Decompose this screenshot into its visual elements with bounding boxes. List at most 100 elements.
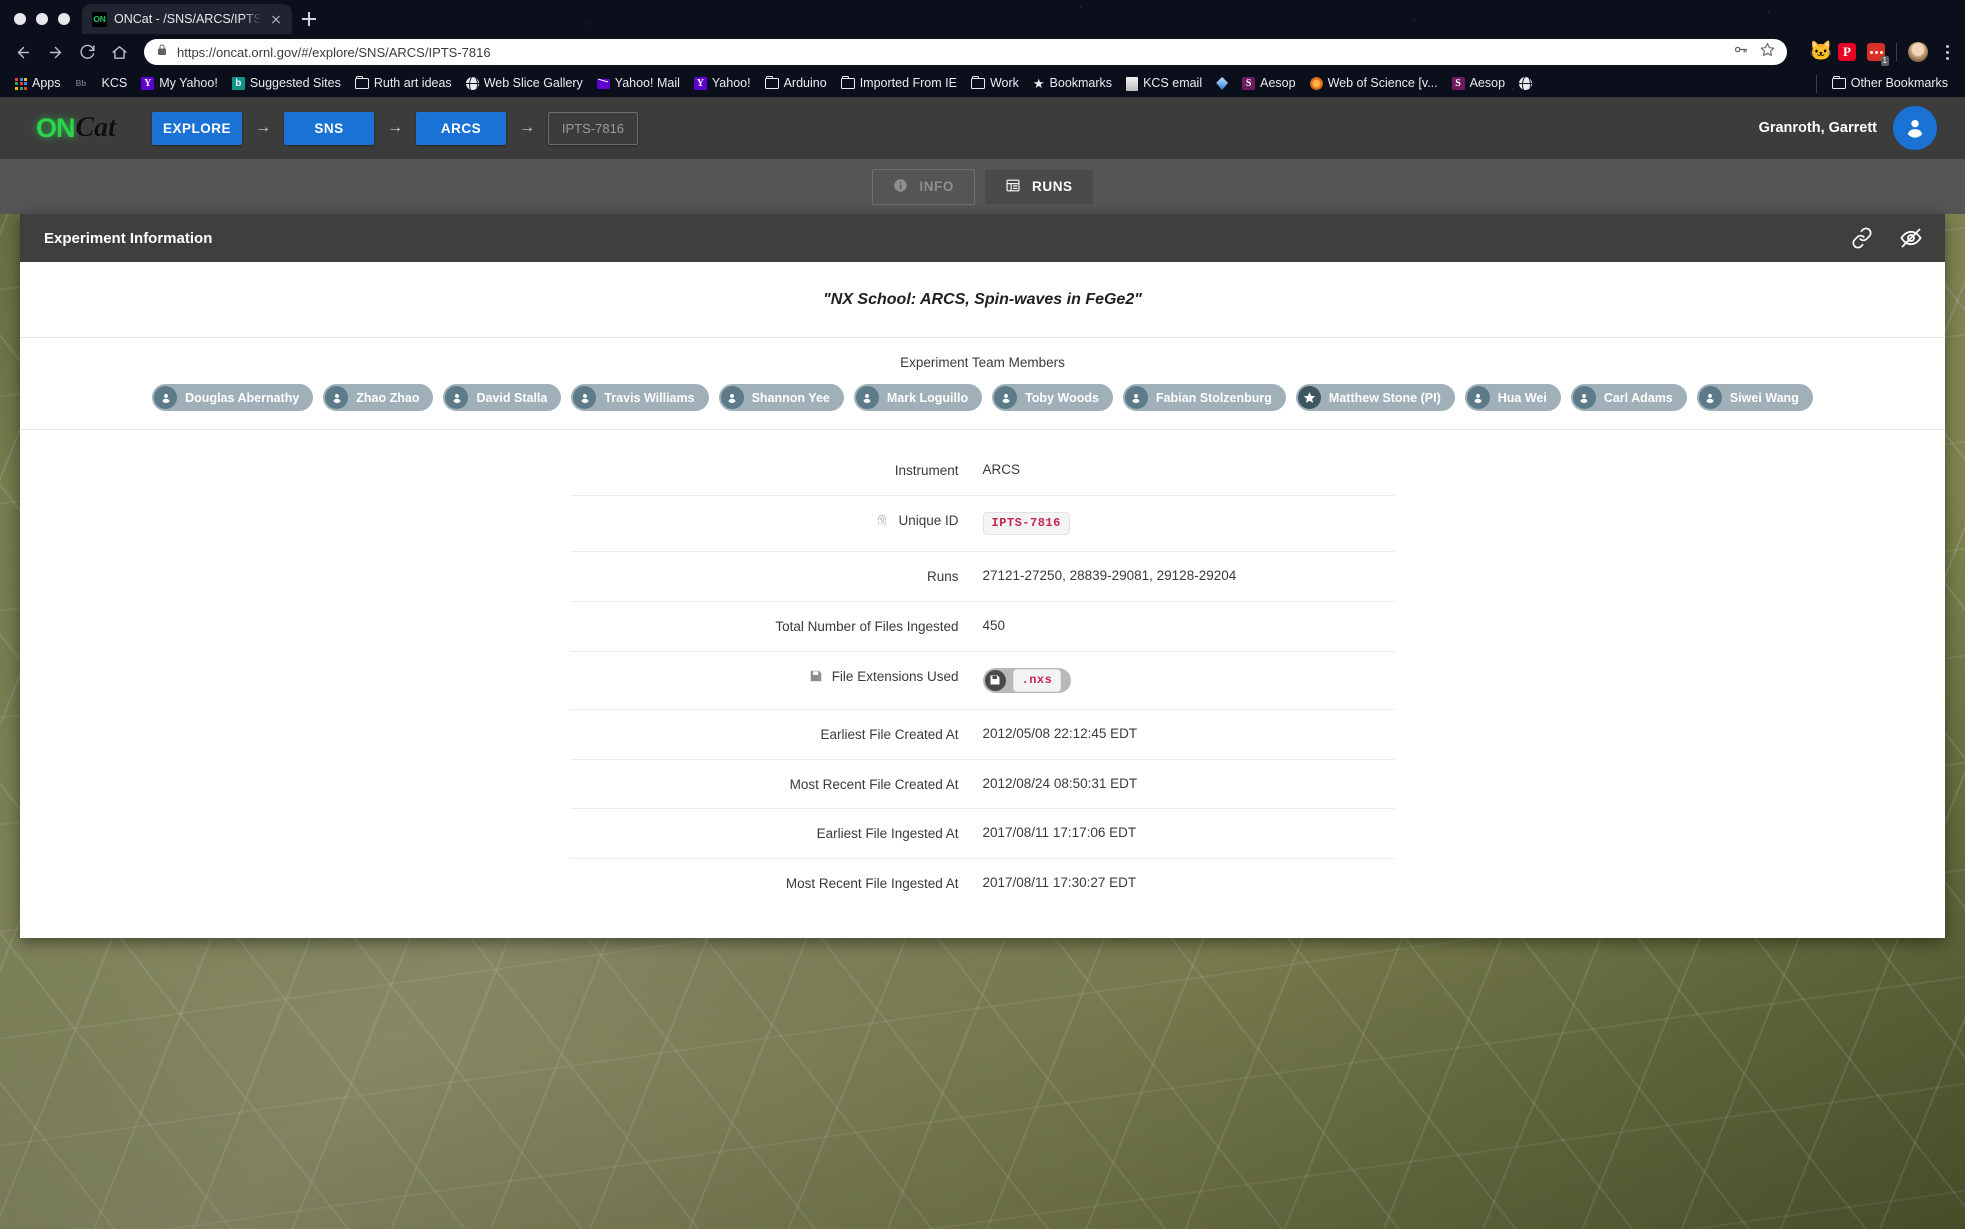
team-member-name: Matthew Stone (PI)	[1328, 390, 1441, 405]
apps-grid-icon	[15, 77, 27, 90]
chrome-menu-icon[interactable]	[1939, 44, 1955, 60]
bookmark-work[interactable]: Work	[964, 73, 1026, 95]
team-member-chip[interactable]: Fabian Stolzenburg	[1122, 384, 1286, 411]
web-of-science-icon	[1309, 77, 1323, 90]
link-icon[interactable]	[1851, 227, 1873, 249]
team-member-name: Shannon Yee	[751, 390, 830, 405]
breadcrumb-ipts[interactable]: IPTS-7816	[547, 111, 638, 145]
file-extension-chip[interactable]: .nxs	[982, 667, 1072, 693]
password-key-icon[interactable]	[1733, 42, 1748, 62]
tab-info[interactable]: INFO	[872, 168, 975, 205]
bookmark-suggested-sites[interactable]: b Suggested Sites	[225, 73, 348, 95]
field-value: 2012/05/08 22:12:45 EDT	[982, 725, 1138, 741]
unique-id-badge: IPTS-7816	[982, 511, 1070, 535]
tab-runs[interactable]: RUNS	[985, 169, 1093, 204]
person-icon	[1466, 386, 1490, 409]
bookmark-yahoo[interactable]: Y Yahoo!	[687, 73, 758, 95]
bookmark-blackboard[interactable]: Bb	[68, 73, 95, 95]
field-value: 2017/08/11 17:17:06 EDT	[982, 825, 1137, 841]
breadcrumb-explore[interactable]: EXPLORE	[151, 111, 242, 145]
bookmark-arduino[interactable]: Arduino	[758, 73, 834, 95]
bookmark-other-bookmarks[interactable]: Other Bookmarks	[1825, 73, 1955, 95]
bookmark-web-slice-gallery[interactable]: Web Slice Gallery	[459, 73, 590, 95]
file-extension-label: .nxs	[1012, 668, 1062, 692]
person-icon	[720, 386, 744, 409]
folder-icon	[354, 75, 369, 89]
team-member-chip[interactable]: Siwei Wang	[1696, 384, 1813, 411]
bookmark-label: KCS	[101, 76, 128, 91]
yahoo-mail-icon	[596, 78, 610, 89]
back-button[interactable]	[10, 39, 36, 65]
address-bar[interactable]: https://oncat.ornl.gov/#/explore/SNS/ARC…	[144, 39, 1787, 65]
folder-icon	[840, 75, 855, 89]
bookmark-imported-from-ie[interactable]: Imported From IE	[834, 73, 964, 95]
breadcrumb-arcs[interactable]: ARCS	[415, 111, 506, 145]
reload-button[interactable]	[74, 39, 100, 65]
breadcrumb-sns[interactable]: SNS	[283, 111, 374, 145]
team-member-chip[interactable]: Hua Wei	[1464, 384, 1561, 411]
team-member-chip[interactable]: Mark Loguillo	[853, 384, 983, 411]
close-window-button[interactable]	[14, 13, 26, 25]
bookmark-label: Arduino	[783, 76, 827, 91]
info-icon	[893, 178, 908, 196]
new-tab-button[interactable]	[292, 4, 326, 34]
minimize-window-button[interactable]	[36, 13, 48, 25]
evernote-extension-icon[interactable]: 🐱	[1809, 42, 1833, 61]
eye-off-icon[interactable]	[1899, 226, 1923, 250]
field-value: 450	[982, 617, 1006, 633]
oncat-logo[interactable]: ON Cat	[36, 112, 116, 144]
team-member-chip[interactable]: David Stalla	[443, 384, 562, 411]
home-button[interactable]	[106, 39, 132, 65]
table-row: Earliest File Created At 2012/05/08 22:1…	[570, 710, 1395, 760]
bookmark-aesop-2[interactable]: S Aesop	[1445, 73, 1512, 95]
bookmark-label: Yahoo! Mail	[614, 76, 680, 91]
person-icon	[855, 386, 879, 409]
card-header: Experiment Information	[20, 214, 1945, 262]
team-member-chip[interactable]: Shannon Yee	[718, 384, 844, 411]
table-row: Runs 27121-27250, 28839-29081, 29128-292…	[570, 552, 1395, 602]
team-member-name: Carl Adams	[1603, 390, 1673, 405]
browser-tab[interactable]: ON ONCat - /SNS/ARCS/IPTS-7816	[82, 4, 292, 34]
team-member-chip[interactable]: Zhao Zhao	[323, 384, 434, 411]
bookmark-globe[interactable]	[1512, 73, 1539, 95]
team-member-chip[interactable]: Carl Adams	[1570, 384, 1687, 411]
person-icon	[994, 386, 1018, 409]
bookmark-label: Apps	[32, 76, 61, 91]
field-label: Earliest File Ingested At	[816, 826, 959, 842]
bookmark-label: My Yahoo!	[159, 76, 218, 91]
bookmark-bookmarks[interactable]: ★ Bookmarks	[1026, 73, 1119, 95]
breadcrumb-arrow-icon: →	[518, 119, 535, 136]
maximize-window-button[interactable]	[58, 13, 70, 25]
bookmark-label: KCS email	[1143, 76, 1203, 91]
pinterest-extension-icon[interactable]: P	[1838, 43, 1856, 61]
field-value: 2017/08/11 17:30:27 EDT	[982, 875, 1137, 891]
team-member-name: Fabian Stolzenburg	[1155, 390, 1272, 405]
team-member-chip[interactable]: Travis Williams	[571, 384, 709, 411]
recorder-extension-icon[interactable]: 1	[1867, 43, 1889, 66]
bookmark-ruth-art-ideas[interactable]: Ruth art ideas	[348, 73, 459, 95]
bookmark-diamond[interactable]	[1209, 73, 1235, 95]
field-label: Instrument	[894, 463, 959, 478]
page-viewport: ON Cat EXPLORE → SNS → ARCS → IPTS-7816 G…	[0, 97, 1965, 1229]
bookmark-web-of-science[interactable]: Web of Science [v...	[1303, 73, 1445, 95]
team-member-chip[interactable]: Douglas Abernathy	[152, 384, 314, 411]
bookmark-kcs[interactable]: KCS	[95, 73, 135, 95]
user-avatar-button[interactable]	[1893, 106, 1937, 150]
window-controls[interactable]	[0, 13, 82, 34]
bookmark-kcs-email[interactable]: KCS email	[1119, 73, 1209, 95]
team-member-chip[interactable]: Toby Woods	[992, 384, 1113, 411]
close-tab-icon[interactable]	[268, 11, 284, 27]
bookmark-yahoo-mail[interactable]: Yahoo! Mail	[590, 73, 687, 95]
bookmark-apps[interactable]: Apps	[8, 73, 68, 95]
globe-icon	[465, 77, 479, 90]
experiment-information-card: Experiment Information "NX School: ARCS,…	[20, 214, 1945, 939]
team-member-name: Hua Wei	[1497, 390, 1547, 405]
forward-button[interactable]	[42, 39, 68, 65]
view-tabs: INFO RUNS	[0, 159, 1965, 214]
bookmark-star-icon[interactable]	[1760, 42, 1775, 62]
bookmark-aesop-1[interactable]: S Aesop	[1235, 73, 1302, 95]
team-member-chip-pi[interactable]: Matthew Stone (PI)	[1295, 384, 1455, 411]
bookmark-my-yahoo[interactable]: Y My Yahoo!	[134, 73, 225, 95]
profile-avatar[interactable]	[1908, 42, 1928, 62]
field-label: Most Recent File Ingested At	[785, 876, 959, 892]
